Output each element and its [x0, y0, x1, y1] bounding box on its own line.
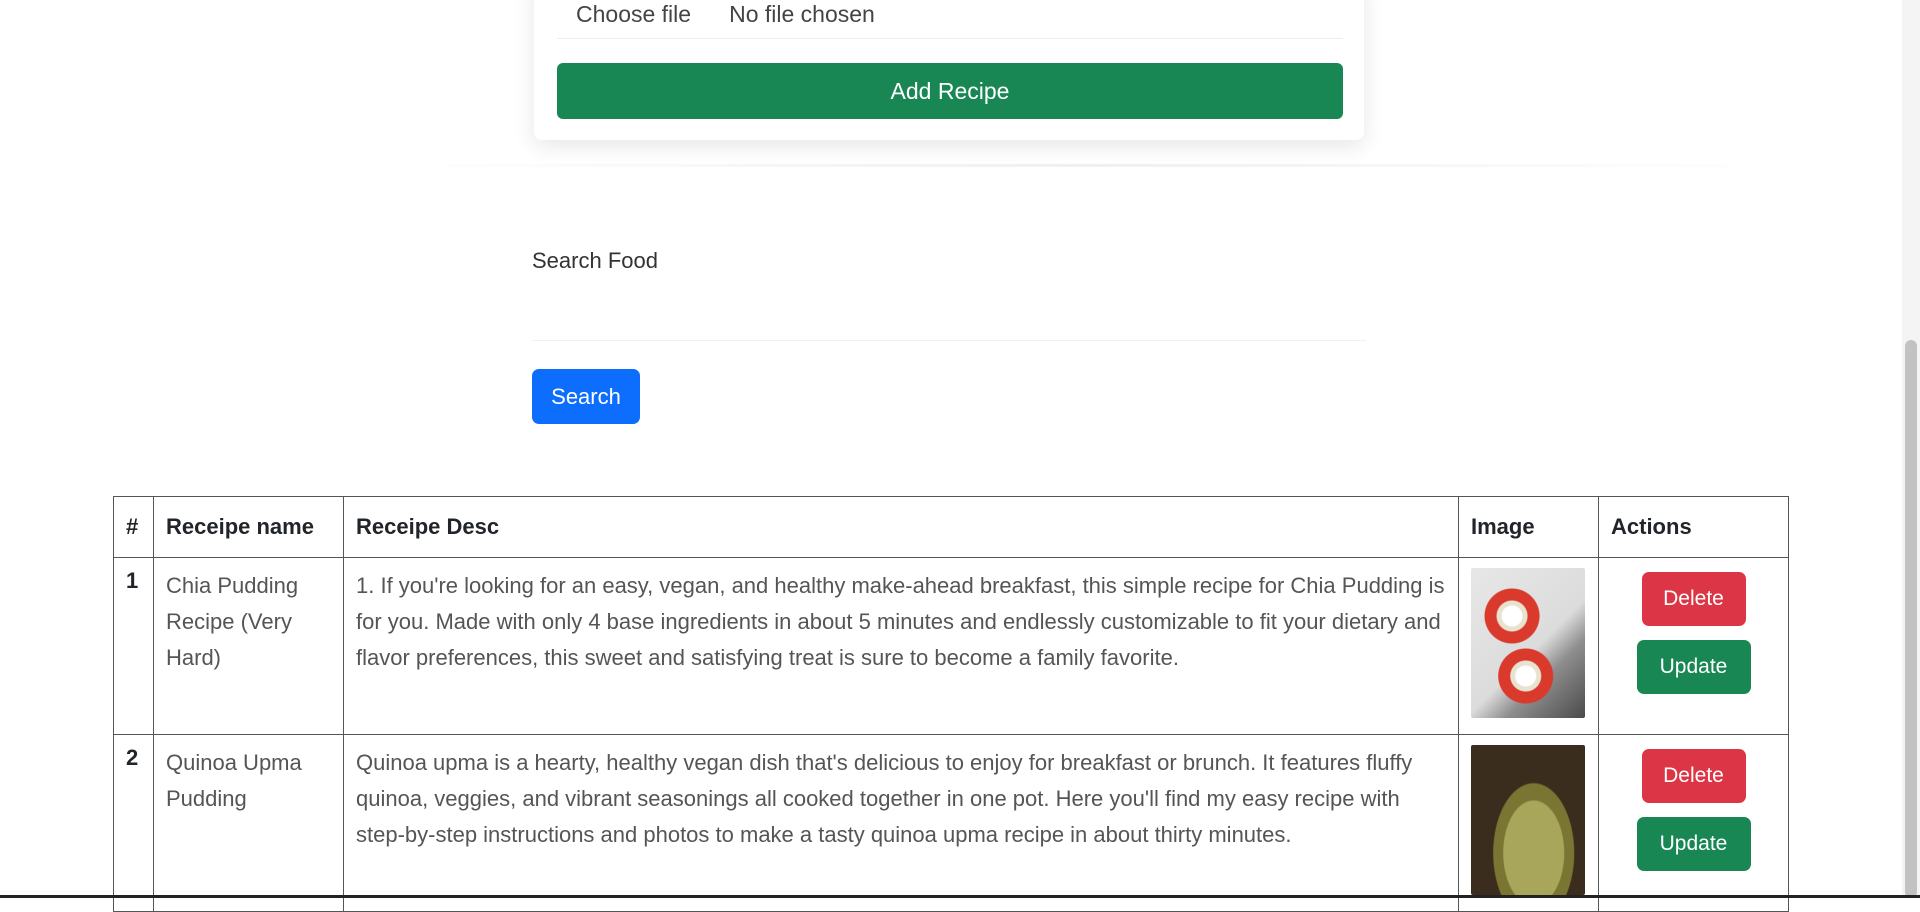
- delete-button[interactable]: Delete: [1641, 749, 1746, 803]
- row-number: 2: [113, 734, 154, 912]
- recipe-desc: 1. If you're looking for an easy, vegan,…: [343, 557, 1459, 735]
- actions-cell: Delete Update: [1598, 734, 1789, 912]
- file-status-text: No file chosen: [729, 0, 875, 27]
- table-row: 1 Chia Pudding Recipe (Very Hard) 1. If …: [113, 557, 1789, 735]
- update-button[interactable]: Update: [1636, 640, 1751, 694]
- section-divider: [370, 164, 1800, 167]
- chia-pudding-image: [1471, 568, 1585, 718]
- recipe-name: Chia Pudding Recipe (Very Hard): [153, 557, 344, 735]
- recipe-image-cell: [1458, 734, 1599, 912]
- header-actions: Actions: [1598, 496, 1789, 558]
- scrollbar-thumb[interactable]: [1905, 340, 1917, 898]
- search-button[interactable]: Search: [532, 369, 640, 424]
- recipes-table: # Receipe name Receipe Desc Image Action…: [113, 496, 1789, 912]
- table-row: 2 Quinoa Upma Pudding Quinoa upma is a h…: [113, 734, 1789, 912]
- row-number: 1: [113, 557, 154, 735]
- delete-button[interactable]: Delete: [1641, 572, 1746, 626]
- recipe-desc: Quinoa upma is a hearty, healthy vegan d…: [343, 734, 1459, 912]
- header-number: #: [113, 496, 154, 558]
- recipe-name: Quinoa Upma Pudding: [153, 734, 344, 912]
- search-label: Search Food: [532, 248, 658, 273]
- file-input-divider: [557, 38, 1343, 39]
- file-input[interactable]: Choose file No file chosen: [576, 0, 875, 28]
- update-button[interactable]: Update: [1636, 817, 1751, 871]
- header-recipe-desc: Receipe Desc: [343, 496, 1459, 558]
- actions-cell: Delete Update: [1598, 557, 1789, 735]
- choose-file-button[interactable]: Choose file: [576, 1, 691, 28]
- table-header-row: # Receipe name Receipe Desc Image Action…: [113, 496, 1789, 558]
- add-recipe-button[interactable]: Add Recipe: [557, 63, 1343, 119]
- recipe-image-cell: [1458, 557, 1599, 735]
- quinoa-upma-image: [1471, 745, 1585, 895]
- header-image: Image: [1458, 496, 1599, 558]
- header-recipe-name: Receipe name: [153, 496, 344, 558]
- search-input[interactable]: [532, 282, 1366, 341]
